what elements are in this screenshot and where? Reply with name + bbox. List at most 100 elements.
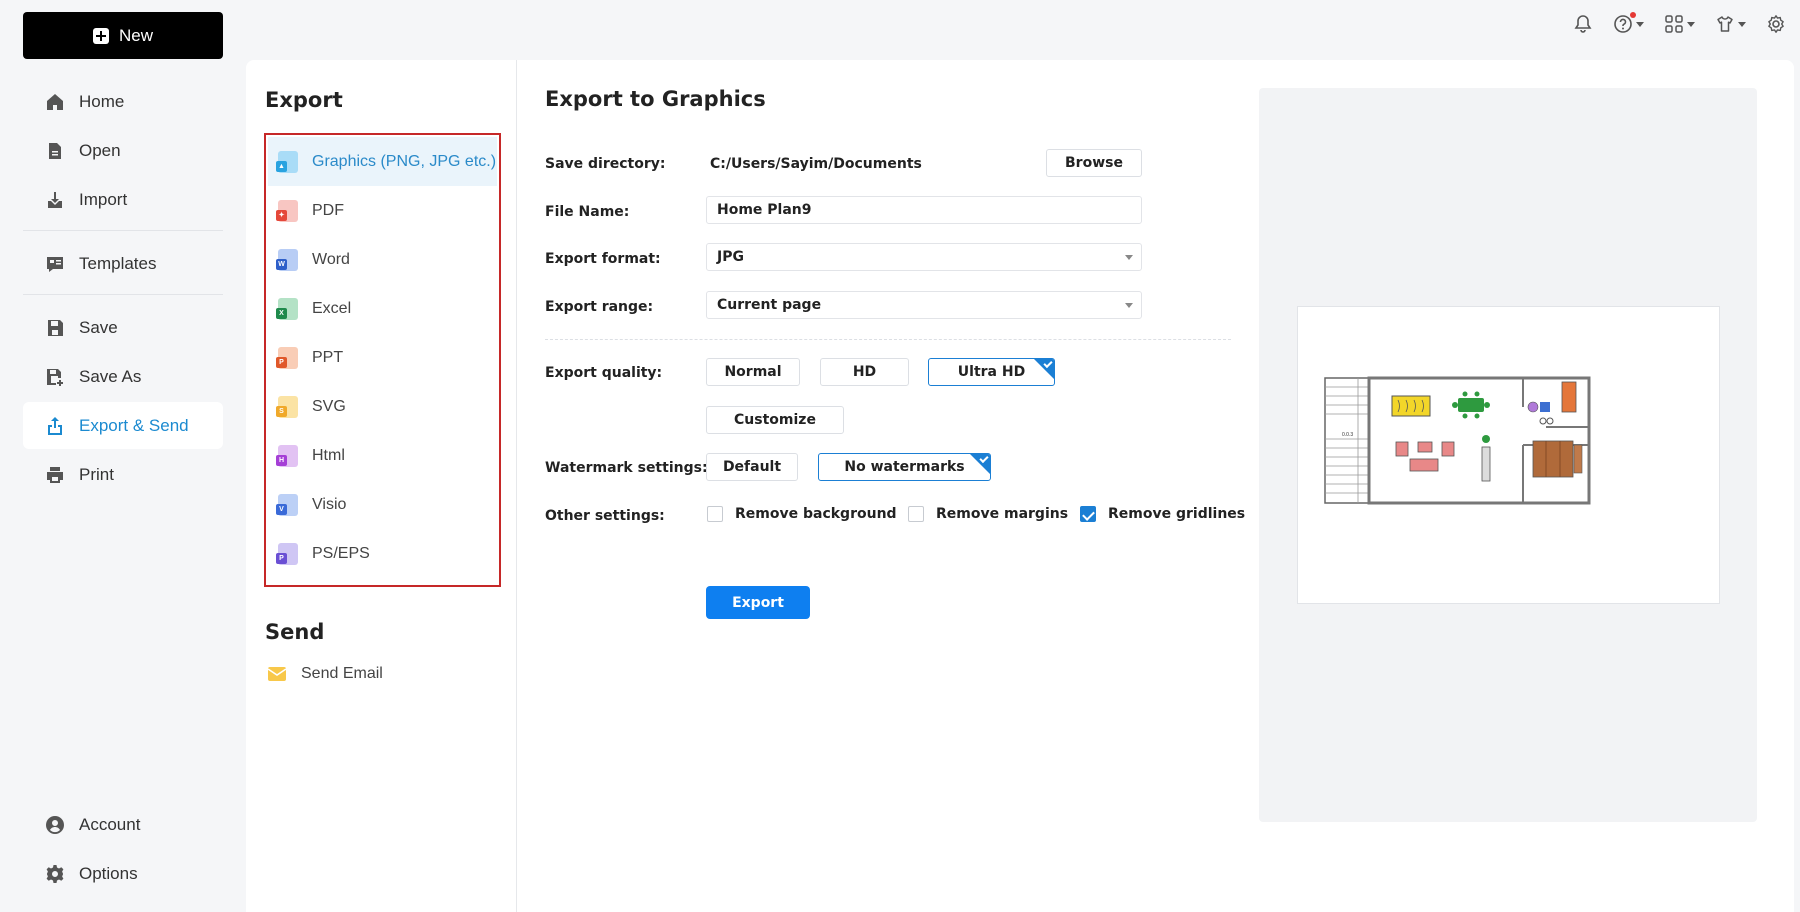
new-button[interactable]: New [23,12,223,59]
export-button[interactable]: Export [706,586,810,619]
quality-ultra-hd-label: Ultra HD [957,364,1026,380]
export-item-label: Excel [312,299,352,317]
sidebar-item-templates[interactable]: Templates [23,240,223,287]
graphics-file-icon: ▲ [276,150,298,173]
other-settings-label: Other settings: [545,508,665,524]
check-icon [1043,359,1053,369]
checkbox-box-checked [1080,506,1096,522]
quality-normal-button[interactable]: Normal [706,358,800,386]
export-item-ps-eps[interactable]: P PS/EPS [268,529,497,578]
no-watermarks-label: No watermarks [844,459,965,475]
no-watermarks-button[interactable]: No watermarks [818,453,991,481]
export-item-ppt[interactable]: P PPT [268,333,497,382]
sidebar-item-account[interactable]: Account [23,801,223,848]
send-email-label: Send Email [301,665,383,682]
export-item-pdf[interactable]: ✦ PDF [268,186,497,235]
sidebar-nav: Home Open Import Templates Save Save As … [23,78,223,500]
remove-margins-checkbox[interactable]: Remove margins [908,506,1068,522]
settings-icon[interactable] [1766,14,1786,34]
chevron-down-icon [1687,21,1695,27]
notification-dot [1630,12,1636,18]
chevron-down-icon [1636,21,1644,27]
sidebar-item-print[interactable]: Print [23,451,223,498]
preview-page: 0.0.3 [1297,306,1720,604]
export-item-label: PDF [312,201,344,219]
export-item-label: PS/EPS [312,544,370,562]
export-item-visio[interactable]: V Visio [268,480,497,529]
visio-file-icon: V [276,493,298,516]
remove-background-checkbox[interactable]: Remove background [707,506,897,522]
new-button-label: New [118,25,153,45]
section-divider [545,339,1231,340]
bell-icon[interactable] [1573,14,1593,34]
word-file-icon: W [276,248,298,271]
remove-gridlines-label: Remove gridlines [1108,506,1246,522]
checkbox-box [908,506,924,522]
export-item-label: Visio [312,495,347,513]
watermark-default-button[interactable]: Default [706,453,798,481]
sidebar-item-open[interactable]: Open [23,127,223,174]
excel-file-icon: X [276,297,298,320]
help-menu[interactable] [1613,12,1644,34]
quality-hd-button[interactable]: HD [820,358,909,386]
theme-icon [1715,14,1735,34]
sidebar-item-label: Options [79,863,138,883]
customize-button[interactable]: Customize [706,406,844,434]
sidebar-item-label: Import [79,189,128,209]
html-file-icon: H [276,444,298,467]
sidebar-item-label: Save [79,317,118,337]
export-item-label: Graphics (PNG, JPG etc.) [312,152,497,170]
export-item-graphics[interactable]: ▲ Graphics (PNG, JPG etc.) [268,137,497,186]
remove-margins-label: Remove margins [936,506,1069,522]
watermark-settings-label: Watermark settings: [545,460,708,476]
sidebar-item-label: Templates [79,253,157,273]
divider [23,294,223,295]
sidebar-item-options[interactable]: Options [23,850,223,897]
export-item-label: Word [312,250,350,268]
send-email-item[interactable]: Send Email [267,665,383,683]
stair-label: 0.0.3 [1342,432,1353,438]
sidebar-item-save-as[interactable]: Save As [23,353,223,400]
sidebar-item-label: Home [79,91,125,111]
remove-gridlines-checkbox[interactable]: Remove gridlines [1080,506,1245,522]
divider [23,230,223,231]
sidebar-item-label: Account [79,814,141,834]
check-icon [979,454,989,464]
ps-eps-file-icon: P [276,542,298,565]
sidebar-item-export-send[interactable]: Export & Send [23,402,223,449]
export-item-excel[interactable]: X Excel [268,284,497,333]
sidebar-item-import[interactable]: Import [23,176,223,223]
export-item-svg[interactable]: S SVG [268,382,497,431]
apps-icon [1664,14,1684,34]
quality-ultra-hd-button[interactable]: Ultra HD [928,358,1055,386]
import-icon [48,191,62,208]
export-section-title: Export [265,88,343,112]
export-range-select[interactable]: Current page [706,291,1142,319]
sidebar-item-label: Save As [79,366,142,386]
sidebar-item-label: Print [79,464,114,484]
apps-menu[interactable] [1664,14,1695,34]
export-item-word[interactable]: W Word [268,235,497,284]
browse-button[interactable]: Browse [1046,149,1142,177]
options-icon [46,864,64,883]
sidebar-item-home[interactable]: Home [23,78,223,125]
export-icon [48,416,62,435]
checkbox-box [707,506,723,522]
sidebar-item-save[interactable]: Save [23,304,223,351]
export-format-select[interactable]: JPG [706,243,1142,271]
export-item-html[interactable]: H Html [268,431,497,480]
chevron-down-icon [1738,21,1746,27]
sidebar-item-label: Open [79,140,121,160]
theme-menu[interactable] [1715,14,1746,34]
account-icon [46,815,64,834]
file-name-input[interactable]: Home Plan9 [706,196,1142,224]
sidebar-item-label: Export & Send [79,415,189,435]
svg-file-icon: S [276,395,298,418]
email-icon [267,667,287,681]
export-options-column: Export ▲ Graphics (PNG, JPG etc.) ✦ PDF … [246,60,517,912]
export-item-label: Html [312,446,345,464]
export-item-label: PPT [312,348,344,366]
pdf-file-icon: ✦ [276,199,298,222]
plus-icon [92,27,109,44]
save-as-icon [47,368,63,386]
